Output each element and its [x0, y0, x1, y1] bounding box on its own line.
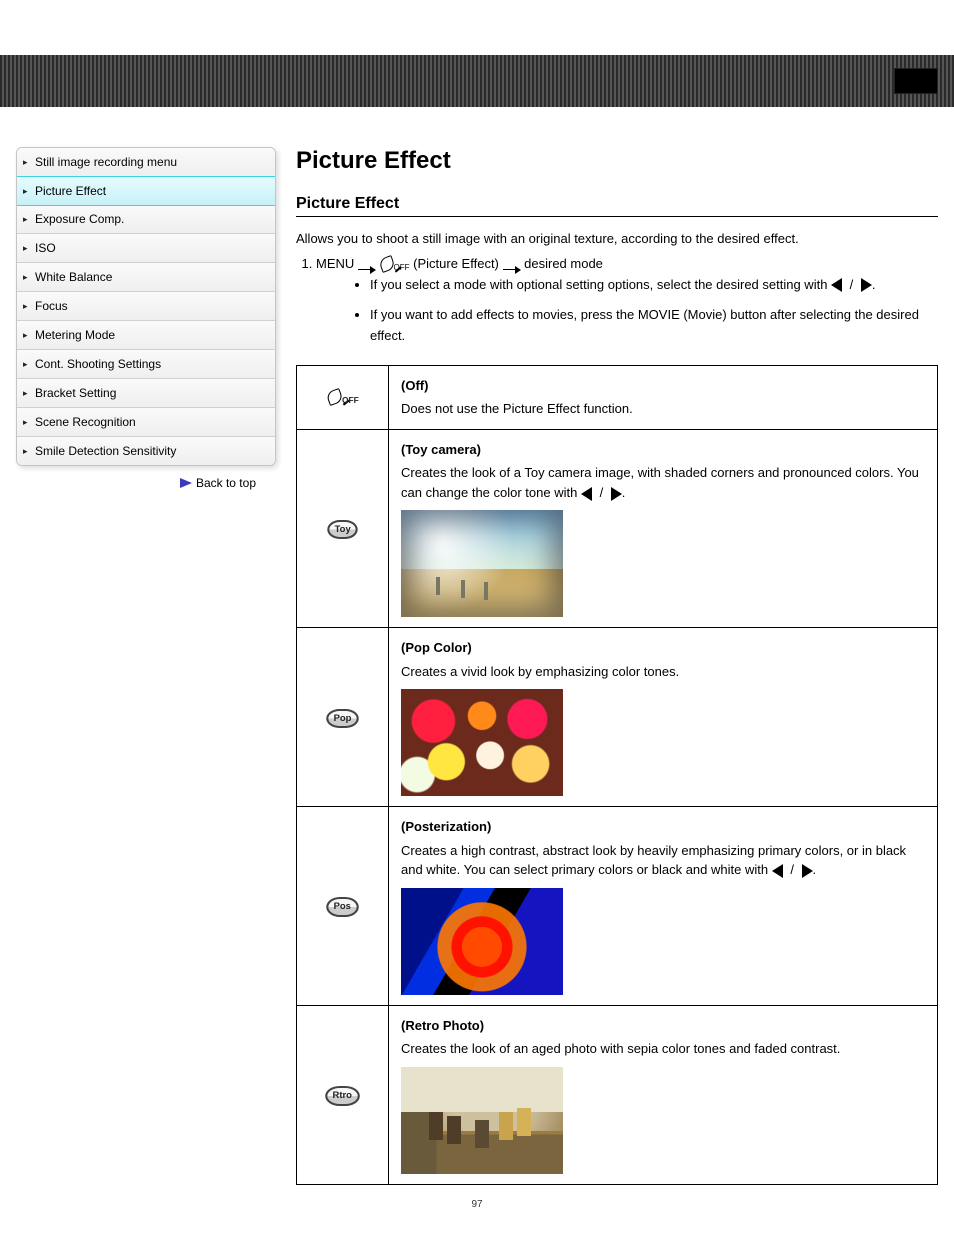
- effect-icon-cell: Pop: [297, 628, 389, 807]
- intro-bullet-0: If you select a mode with optional setti…: [370, 275, 938, 296]
- effect-icon-cell: OFF: [297, 365, 389, 429]
- main-content: Picture Effect Picture Effect Allows you…: [296, 147, 938, 1185]
- effect-desc-cell: (Pop Color) Creates a vivid look by empha…: [389, 628, 938, 807]
- back-to-top-label: Back to top: [196, 476, 256, 490]
- header-dark-badge: [894, 68, 938, 94]
- effect-thumbnail: [401, 510, 563, 617]
- triangle-right-icon: [802, 864, 813, 878]
- effect-desc-cell: (Retro Photo) Creates the look of an aged…: [389, 1005, 938, 1184]
- effect-thumbnail: [401, 689, 563, 796]
- nav-item[interactable]: Metering Mode: [17, 321, 275, 350]
- triangle-left-icon: [581, 487, 592, 501]
- nav-item[interactable]: Still image recording menu: [17, 148, 275, 177]
- intro-block: Allows you to shoot a still image with a…: [296, 229, 938, 347]
- effect-icon-cell: Pos: [297, 807, 389, 1006]
- intro-bullet-1: If you want to add effects to movies, pr…: [370, 305, 938, 347]
- table-row: Pop (Pop Color) Creates a vivid look by em…: [297, 628, 938, 807]
- effect-description: Creates the look of an aged photo with s…: [401, 1039, 925, 1059]
- nav-item[interactable]: Exposure Comp.: [17, 205, 275, 234]
- effect-desc-cell: (Toy camera) Creates the look of a Toy ca…: [389, 429, 938, 628]
- effect-badge-icon: Pop: [326, 709, 359, 729]
- content-wrapper: Still image recording menuPicture Effect…: [0, 107, 954, 1185]
- intro-lead: Allows you to shoot a still image with a…: [296, 229, 938, 250]
- triangle-right-icon: [861, 278, 872, 292]
- effect-thumbnail: [401, 888, 563, 995]
- effect-title: (Retro Photo): [401, 1018, 484, 1033]
- intro-bullet-0-pre: If you select a mode with optional setti…: [370, 277, 831, 292]
- effect-description: Creates a high contrast, abstract look b…: [401, 841, 925, 880]
- arrow-right-icon: [180, 478, 192, 488]
- nav-item[interactable]: Bracket Setting: [17, 379, 275, 408]
- nav-item[interactable]: Focus: [17, 292, 275, 321]
- table-row: Rtro (Retro Photo) Creates the look of an …: [297, 1005, 938, 1184]
- effect-desc-cell: (Posterization) Creates a high contrast, …: [389, 807, 938, 1006]
- triangle-left-icon: [772, 864, 783, 878]
- page-number: 97: [0, 1185, 954, 1224]
- nav-item[interactable]: White Balance: [17, 263, 275, 292]
- intro-bullets: If you select a mode with optional setti…: [316, 275, 938, 347]
- section-heading: Picture Effect: [296, 195, 938, 217]
- effect-description: Creates a vivid look by emphasizing colo…: [401, 662, 925, 682]
- back-to-top-link[interactable]: Back to top: [16, 476, 276, 490]
- menu-path: MENU OFF (Picture Effect) desired mode I…: [316, 254, 938, 347]
- intro-bullet-0-post: .: [872, 277, 876, 292]
- effect-badge-icon: Rtro: [325, 1086, 359, 1106]
- menu-path-middle: (Picture Effect): [413, 256, 499, 271]
- effect-badge-icon: Pos: [326, 897, 358, 917]
- triangle-left-icon: [831, 278, 842, 292]
- top-margin: [0, 0, 954, 55]
- effect-icon-cell: Toy: [297, 429, 389, 628]
- effect-title: (Toy camera): [401, 442, 481, 457]
- effect-desc-cell: (Off) Does not use the Picture Effect fun…: [389, 365, 938, 429]
- table-row: Toy (Toy camera) Creates the look of a Toy…: [297, 429, 938, 628]
- effect-description: Creates the look of a Toy camera image, …: [401, 463, 925, 502]
- nav-list: Still image recording menuPicture Effect…: [16, 147, 276, 466]
- effect-title: (Off): [401, 378, 428, 393]
- effect-icon-cell: Rtro: [297, 1005, 389, 1184]
- effect-description: Does not use the Picture Effect function…: [401, 399, 925, 419]
- table-row: Pos (Posterization) Creates a high contras…: [297, 807, 938, 1006]
- effect-thumbnail: [401, 1067, 563, 1174]
- nav-item[interactable]: Picture Effect: [16, 176, 276, 206]
- effect-badge-icon: Toy: [327, 520, 358, 540]
- picture-effect-off-icon: OFF: [322, 384, 364, 410]
- effect-title: (Posterization): [401, 819, 491, 834]
- page-heading: Picture Effect: [296, 147, 938, 175]
- nav-item[interactable]: Smile Detection Sensitivity: [17, 437, 275, 465]
- menu-path-prefix: MENU: [316, 256, 354, 271]
- menu-path-suffix: desired mode: [524, 256, 603, 271]
- effects-table: OFF (Off) Does not use the Picture Effect …: [296, 365, 938, 1185]
- nav-item[interactable]: Scene Recognition: [17, 408, 275, 437]
- header-band: [0, 55, 954, 107]
- nav-item[interactable]: ISO: [17, 234, 275, 263]
- table-row: OFF (Off) Does not use the Picture Effect …: [297, 365, 938, 429]
- nav-item[interactable]: Cont. Shooting Settings: [17, 350, 275, 379]
- sidebar: Still image recording menuPicture Effect…: [16, 147, 276, 1185]
- effect-title: (Pop Color): [401, 640, 472, 655]
- triangle-right-icon: [611, 487, 622, 501]
